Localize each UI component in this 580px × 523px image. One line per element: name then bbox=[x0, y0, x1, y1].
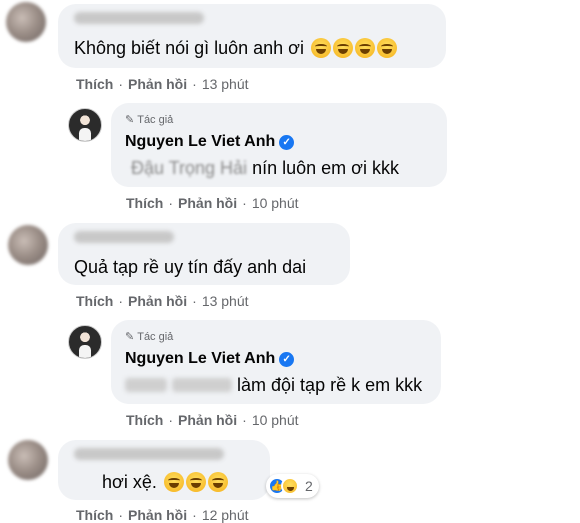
comment-actions: Thích · Phản hồi · 13 phút bbox=[76, 293, 249, 309]
author-name[interactable]: Nguyen Le Viet Anh bbox=[125, 350, 275, 367]
reply-timestamp[interactable]: 10 phút bbox=[252, 412, 299, 428]
laughing-emoji-icon bbox=[333, 38, 353, 58]
like-button[interactable]: Thích bbox=[126, 412, 163, 428]
reply-button[interactable]: Phản hồi bbox=[128, 507, 187, 523]
comment-text: Không biết nói gì luôn anh ơi bbox=[74, 38, 304, 58]
reply-button[interactable]: Phản hồi bbox=[178, 195, 237, 211]
commenter-avatar[interactable] bbox=[8, 440, 48, 480]
tagged-name-blurred[interactable]: Đậu Trọng Hải bbox=[131, 158, 247, 178]
reply-timestamp[interactable]: 10 phút bbox=[252, 195, 299, 211]
reaction-count: 2 bbox=[305, 478, 313, 494]
reply-text: nín luôn em ơi kkk bbox=[252, 158, 399, 178]
laughing-tears-emoji bbox=[309, 38, 397, 58]
reply-text: làm đội tạp rề k em kkk bbox=[237, 375, 423, 395]
comment-actions: Thích · Phản hồi · 13 phút bbox=[76, 76, 249, 92]
comment-bubble: hơi xệ. bbox=[58, 440, 270, 500]
comment-timestamp[interactable]: 13 phút bbox=[202, 293, 249, 309]
like-button[interactable]: Thích bbox=[76, 76, 113, 92]
squinting-laugh-emoji bbox=[162, 472, 228, 492]
reply-button[interactable]: Phản hồi bbox=[128, 293, 187, 309]
laughing-emoji-icon bbox=[311, 38, 331, 58]
squint-laugh-emoji-icon bbox=[185, 472, 206, 492]
laughing-emoji-icon bbox=[377, 38, 397, 58]
blurred-commenter-name[interactable] bbox=[74, 12, 204, 24]
verified-badge-icon: ✓ bbox=[279, 352, 295, 367]
comment-bubble: Quả tạp rề uy tín đấy anh dai bbox=[58, 223, 350, 285]
reply-button[interactable]: Phản hồi bbox=[128, 76, 187, 92]
author-badge: ✎ Tác giả bbox=[125, 331, 174, 343]
reply-button[interactable]: Phản hồi bbox=[178, 412, 237, 428]
comment-timestamp[interactable]: 12 phút bbox=[202, 507, 249, 523]
reply-bubble: ✎ Tác giả Nguyen Le Viet Anh ✓ Đậu Trọng H… bbox=[111, 103, 447, 187]
like-button[interactable]: Thích bbox=[126, 195, 163, 211]
reply-actions: Thích · Phản hồi · 10 phút bbox=[126, 412, 299, 428]
reply-actions: Thích · Phản hồi · 10 phút bbox=[126, 195, 299, 211]
comment-text: Quả tạp rề uy tín đấy anh dai bbox=[74, 257, 307, 277]
author-avatar[interactable] bbox=[68, 108, 102, 142]
like-button[interactable]: Thích bbox=[76, 507, 113, 523]
squint-laugh-emoji-icon bbox=[163, 472, 184, 492]
comment-actions: Thích · Phản hồi · 12 phút bbox=[76, 507, 249, 523]
comment-bubble: Không biết nói gì luôn anh ơi bbox=[58, 4, 446, 68]
commenter-avatar[interactable] bbox=[8, 225, 48, 265]
pen-icon: ✎ bbox=[125, 114, 135, 126]
squint-laugh-emoji-icon bbox=[207, 472, 228, 492]
like-button[interactable]: Thích bbox=[76, 293, 113, 309]
comment-text: hơi xệ. bbox=[102, 472, 157, 492]
pen-icon: ✎ bbox=[125, 331, 135, 343]
commenter-avatar[interactable] bbox=[6, 2, 46, 42]
author-badge: ✎ Tác giả bbox=[125, 114, 174, 126]
haha-reaction-icon bbox=[281, 477, 299, 495]
blurred-tagged-name[interactable] bbox=[172, 378, 233, 392]
laughing-emoji-icon bbox=[355, 38, 375, 58]
blurred-commenter-name[interactable] bbox=[74, 231, 174, 243]
author-name[interactable]: Nguyen Le Viet Anh bbox=[125, 133, 275, 150]
verified-badge-icon: ✓ bbox=[279, 135, 295, 150]
comment-timestamp[interactable]: 13 phút bbox=[202, 76, 249, 92]
reaction-summary[interactable]: 👍 2 bbox=[266, 474, 319, 498]
blurred-tagged-name[interactable] bbox=[125, 378, 167, 392]
reply-bubble: ✎ Tác giả Nguyen Le Viet Anh ✓ làm đội tạp… bbox=[111, 320, 441, 404]
blurred-commenter-name[interactable] bbox=[74, 448, 224, 460]
author-avatar[interactable] bbox=[68, 325, 102, 359]
